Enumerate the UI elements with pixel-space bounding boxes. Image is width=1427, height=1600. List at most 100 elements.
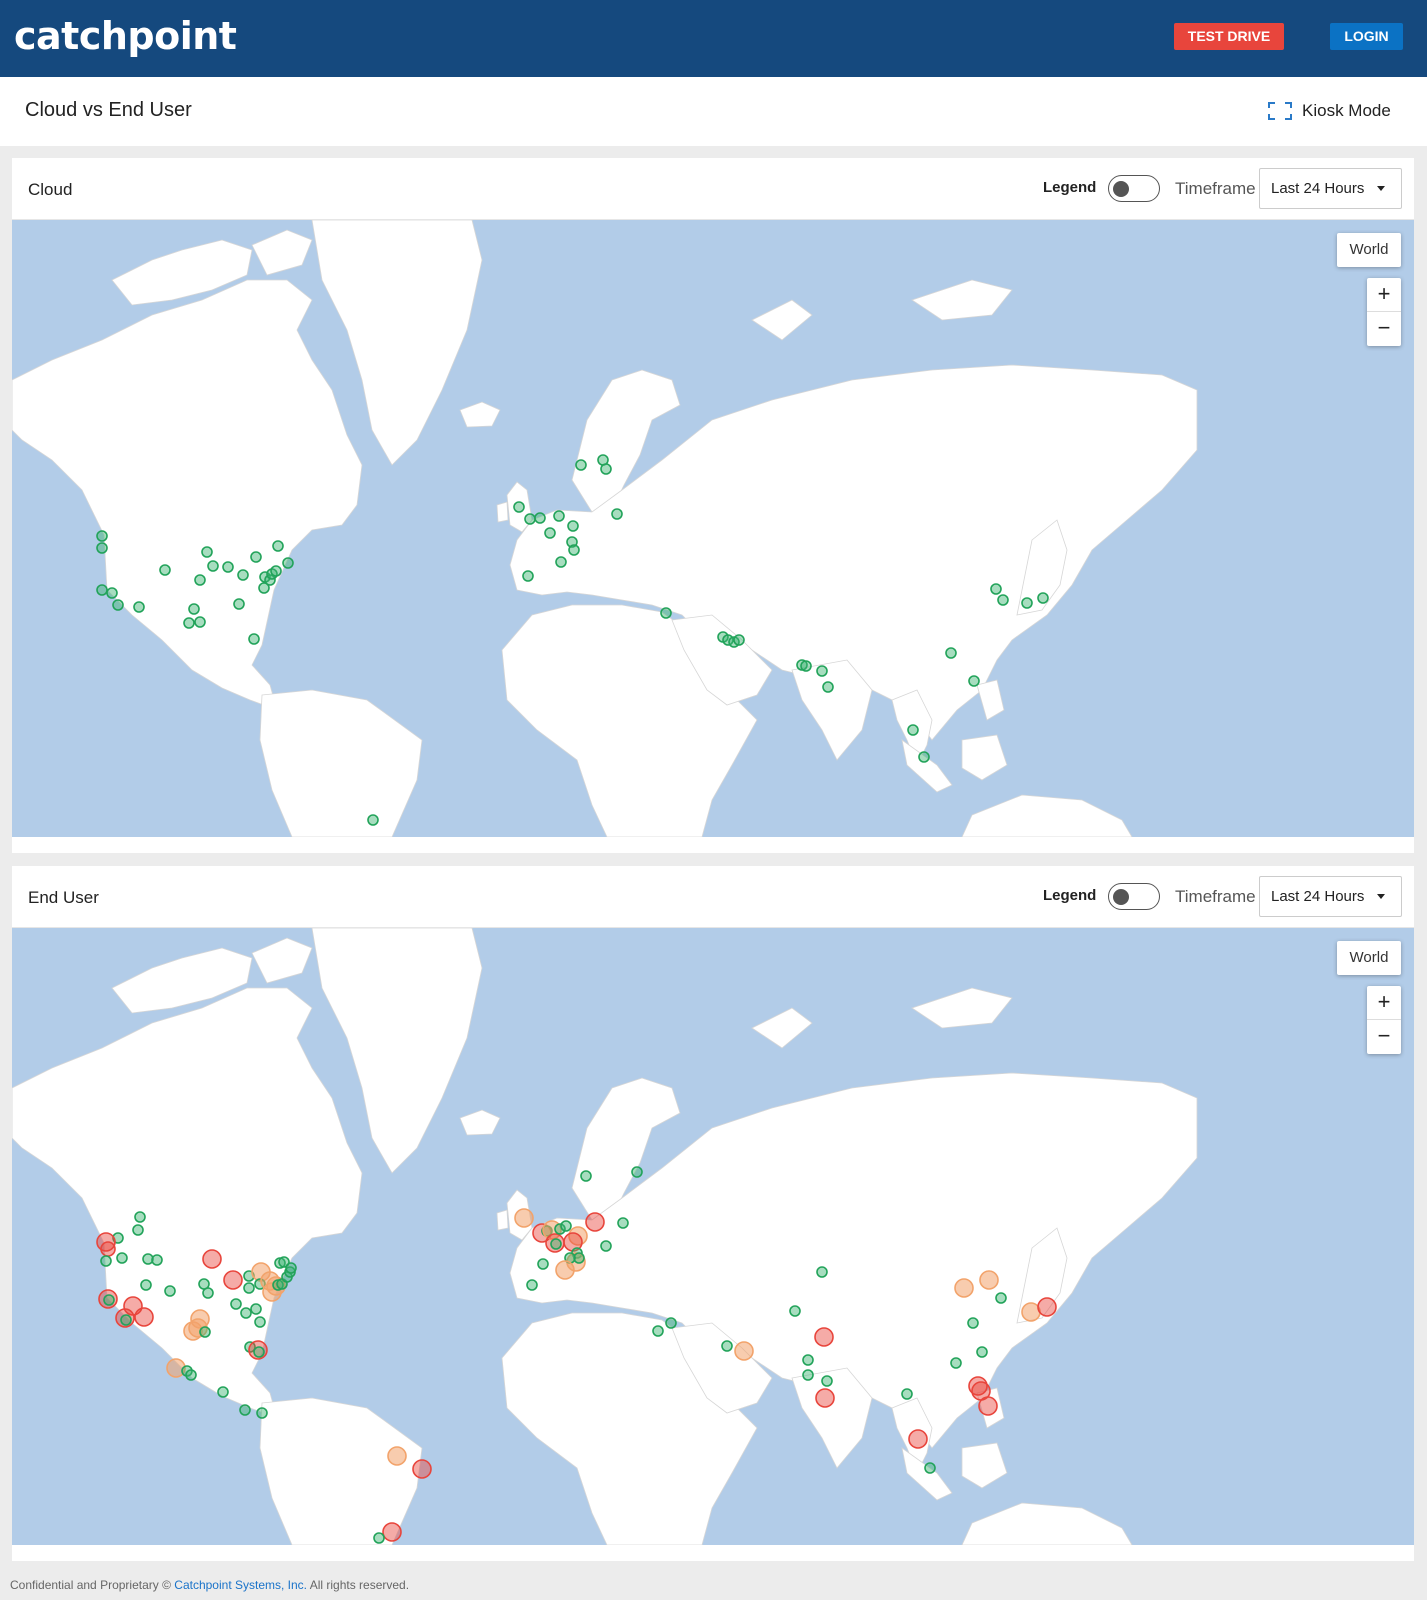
timeframe-select[interactable]: Last 24 Hours [1259, 876, 1402, 917]
location-marker[interactable] [978, 1396, 998, 1416]
world-view-button[interactable]: World [1337, 941, 1401, 975]
location-marker[interactable] [800, 660, 812, 672]
location-marker[interactable] [555, 556, 567, 568]
location-marker[interactable] [660, 607, 672, 619]
location-marker[interactable] [382, 1522, 402, 1542]
location-marker[interactable] [282, 557, 294, 569]
location-marker[interactable] [164, 1285, 176, 1297]
footer-company-link[interactable]: Catchpoint Systems, Inc. [174, 1578, 307, 1592]
location-marker[interactable] [116, 1252, 128, 1264]
location-marker[interactable] [120, 1314, 132, 1326]
location-marker[interactable] [908, 1429, 928, 1449]
location-marker[interactable] [976, 1346, 988, 1358]
location-marker[interactable] [907, 724, 919, 736]
location-marker[interactable] [526, 1279, 538, 1291]
location-marker[interactable] [802, 1369, 814, 1381]
location-marker[interactable] [534, 512, 546, 524]
location-marker[interactable] [183, 617, 195, 629]
location-marker[interactable] [1037, 592, 1049, 604]
location-marker[interactable] [967, 1317, 979, 1329]
location-marker[interactable] [285, 1262, 297, 1274]
location-marker[interactable] [821, 1375, 833, 1387]
location-marker[interactable] [96, 542, 108, 554]
location-marker[interactable] [243, 1282, 255, 1294]
location-marker[interactable] [802, 1354, 814, 1366]
location-marker[interactable] [733, 634, 745, 646]
location-marker[interactable] [950, 1357, 962, 1369]
world-view-button[interactable]: World [1337, 233, 1401, 267]
zoom-out-button[interactable]: − [1367, 312, 1401, 346]
location-marker[interactable] [945, 647, 957, 659]
location-marker[interactable] [979, 1270, 999, 1290]
location-marker[interactable] [256, 1407, 268, 1419]
location-marker[interactable] [134, 1211, 146, 1223]
location-marker[interactable] [250, 551, 262, 563]
location-marker[interactable] [134, 1307, 154, 1327]
location-marker[interactable] [560, 1220, 572, 1232]
location-marker[interactable] [96, 584, 108, 596]
location-marker[interactable] [222, 561, 234, 573]
kiosk-mode-button[interactable]: Kiosk Mode [1268, 99, 1391, 123]
location-marker[interactable] [233, 598, 245, 610]
location-marker[interactable] [968, 675, 980, 687]
location-marker[interactable] [568, 544, 580, 556]
location-marker[interactable] [207, 560, 219, 572]
location-marker[interactable] [367, 814, 379, 826]
location-marker[interactable] [1021, 597, 1033, 609]
location-marker[interactable] [132, 1224, 144, 1236]
location-marker[interactable] [611, 508, 623, 520]
location-marker[interactable] [815, 1388, 835, 1408]
location-marker[interactable] [248, 633, 260, 645]
location-marker[interactable] [250, 1303, 262, 1315]
location-marker[interactable] [544, 527, 556, 539]
location-marker[interactable] [258, 582, 270, 594]
location-marker[interactable] [201, 546, 213, 558]
location-marker[interactable] [373, 1532, 385, 1544]
location-marker[interactable] [816, 665, 828, 677]
location-marker[interactable] [721, 1340, 733, 1352]
location-marker[interactable] [575, 459, 587, 471]
location-marker[interactable] [100, 1241, 116, 1257]
location-marker[interactable] [585, 1212, 605, 1232]
location-marker[interactable] [995, 1292, 1007, 1304]
location-marker[interactable] [924, 1462, 936, 1474]
location-marker[interactable] [240, 1307, 252, 1319]
location-marker[interactable] [553, 510, 565, 522]
location-marker[interactable] [194, 574, 206, 586]
location-marker[interactable] [202, 1249, 222, 1269]
legend-toggle[interactable] [1108, 175, 1160, 202]
zoom-in-button[interactable]: + [1367, 986, 1401, 1020]
location-marker[interactable] [96, 530, 108, 542]
location-marker[interactable] [106, 587, 118, 599]
location-marker[interactable] [112, 599, 124, 611]
location-marker[interactable] [816, 1266, 828, 1278]
location-marker[interactable] [254, 1316, 266, 1328]
location-marker[interactable] [223, 1270, 243, 1290]
location-marker[interactable] [237, 569, 249, 581]
location-marker[interactable] [412, 1459, 432, 1479]
cloud-world-map[interactable]: World + − [12, 220, 1414, 837]
location-marker[interactable] [555, 1260, 575, 1280]
location-marker[interactable] [537, 1258, 549, 1270]
location-marker[interactable] [151, 1254, 163, 1266]
timeframe-select[interactable]: Last 24 Hours [1259, 168, 1402, 209]
location-marker[interactable] [188, 603, 200, 615]
location-marker[interactable] [997, 594, 1009, 606]
location-marker[interactable] [990, 583, 1002, 595]
location-marker[interactable] [550, 1238, 562, 1250]
location-marker[interactable] [199, 1326, 211, 1338]
location-marker[interactable] [217, 1386, 229, 1398]
catchpoint-logo[interactable]: catchpoint [14, 14, 237, 58]
location-marker[interactable] [133, 601, 145, 613]
location-marker[interactable] [567, 520, 579, 532]
location-marker[interactable] [734, 1341, 754, 1361]
location-marker[interactable] [185, 1369, 197, 1381]
location-marker[interactable] [600, 463, 612, 475]
location-marker[interactable] [665, 1317, 677, 1329]
location-marker[interactable] [239, 1404, 251, 1416]
location-marker[interactable] [140, 1279, 152, 1291]
location-marker[interactable] [230, 1298, 242, 1310]
location-marker[interactable] [522, 570, 534, 582]
location-marker[interactable] [580, 1170, 592, 1182]
location-marker[interactable] [513, 501, 525, 513]
